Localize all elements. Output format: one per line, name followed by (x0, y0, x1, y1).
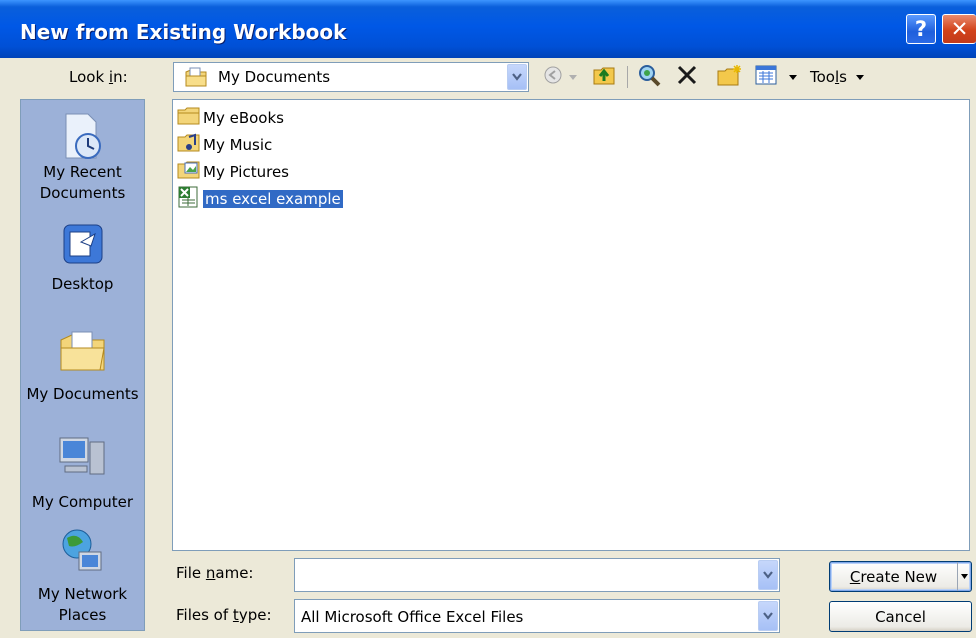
place-desktop[interactable]: Desktop (21, 220, 144, 295)
window-title: New from Existing Workbook (20, 20, 347, 44)
excel-file-icon (177, 186, 201, 212)
file-name-field[interactable] (294, 558, 780, 592)
place-label: My Recent (43, 163, 122, 181)
place-my-network-places[interactable]: My Network Places (21, 526, 144, 626)
my-documents-icon (21, 326, 144, 372)
file-name: My Pictures (203, 163, 289, 181)
file-name: ms excel example (202, 189, 344, 209)
music-folder-icon (177, 133, 201, 157)
create-new-folder-button[interactable] (714, 62, 746, 92)
my-documents-icon (184, 66, 208, 92)
back-dropdown[interactable] (566, 62, 580, 92)
chevron-down-icon (569, 74, 577, 80)
files-of-type-value: All Microsoft Office Excel Files (301, 608, 524, 626)
folder-icon (177, 106, 201, 130)
place-label: My Network (37, 585, 128, 603)
create-new-label: Create New (849, 567, 938, 586)
place-label: Places (58, 606, 107, 624)
list-item[interactable]: ms excel example (177, 186, 344, 212)
places-bar: My Recent Documents Desktop My Documents… (20, 99, 145, 631)
chevron-down-icon[interactable] (507, 64, 527, 90)
title-bar: New from Existing Workbook ? ✕ (0, 0, 976, 58)
toolbar-separator (627, 66, 628, 88)
look-in-dropdown[interactable]: My Documents (173, 62, 529, 92)
views-icon (755, 65, 777, 89)
tools-menu[interactable]: Tools (810, 68, 864, 86)
place-label: My Documents (26, 385, 139, 403)
search-web-icon (637, 63, 663, 91)
desktop-icon (21, 220, 144, 266)
place-my-recent-documents[interactable]: My Recent Documents (21, 106, 144, 204)
create-new-button[interactable]: Create New (829, 561, 972, 592)
close-button[interactable]: ✕ (942, 14, 976, 44)
up-one-level-button[interactable] (590, 62, 620, 92)
file-name-label: File name: (176, 564, 254, 582)
delete-button[interactable] (672, 62, 702, 92)
list-item[interactable]: My eBooks (177, 107, 284, 129)
chevron-down-icon (961, 574, 968, 579)
list-item[interactable]: My Pictures (177, 161, 289, 183)
cancel-button[interactable]: Cancel (829, 601, 972, 632)
back-button[interactable] (540, 62, 566, 92)
close-icon: ✕ (950, 17, 969, 41)
chevron-down-icon[interactable] (758, 601, 778, 631)
place-label: Documents (39, 184, 126, 202)
views-dropdown[interactable] (786, 62, 800, 92)
my-computer-icon (21, 437, 144, 480)
file-list[interactable]: My eBooks My Music My Pictures ms excel … (172, 99, 970, 551)
search-web-button[interactable] (635, 62, 665, 92)
look-in-label: Look in: (69, 68, 128, 86)
chevron-down-icon (789, 74, 797, 80)
place-label: Desktop (51, 275, 114, 293)
list-item[interactable]: My Music (177, 133, 273, 157)
place-my-documents[interactable]: My Documents (21, 326, 144, 405)
file-name: My eBooks (203, 109, 284, 127)
help-icon: ? (914, 17, 928, 41)
views-button[interactable] (752, 62, 780, 92)
create-new-dropdown[interactable] (957, 562, 971, 591)
pictures-folder-icon (177, 160, 201, 184)
files-of-type-dropdown[interactable]: All Microsoft Office Excel Files (294, 599, 780, 633)
chevron-down-icon (855, 75, 864, 80)
file-name-input[interactable] (299, 564, 739, 586)
up-one-level-icon (592, 64, 618, 90)
chevron-down-icon[interactable] (758, 560, 778, 590)
back-icon (542, 64, 564, 90)
help-button[interactable]: ? (906, 14, 936, 44)
file-name: My Music (203, 136, 273, 154)
look-in-value: My Documents (218, 68, 331, 86)
create-new-folder-icon (716, 63, 744, 91)
recent-documents-icon (21, 106, 144, 162)
files-of-type-label: Files of type: (176, 606, 272, 624)
place-my-computer[interactable]: My Computer (21, 437, 144, 513)
delete-icon (676, 64, 698, 90)
place-label: My Computer (31, 493, 134, 511)
network-places-icon (21, 526, 144, 578)
